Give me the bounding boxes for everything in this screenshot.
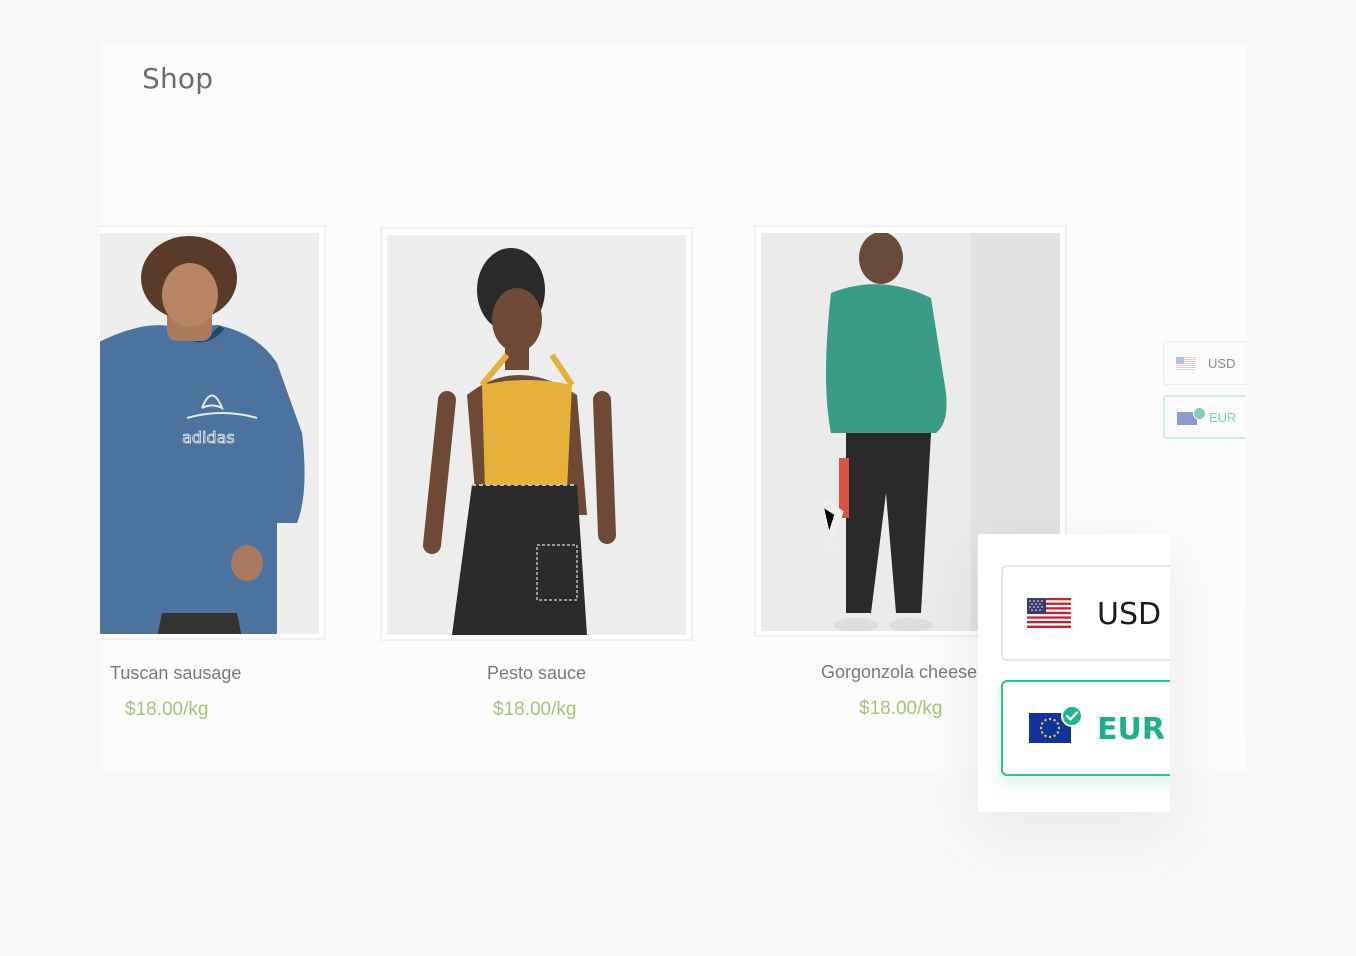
currency-popup: USD EUR bbox=[978, 534, 1170, 812]
product-image-frame[interactable]: adidas bbox=[100, 225, 326, 640]
product-price: $18.00/kg bbox=[125, 699, 209, 720]
side-currency-usd-button[interactable]: USD bbox=[1163, 341, 1246, 385]
product-image-man-blue-tshirt[interactable]: adidas bbox=[100, 233, 319, 634]
currency-code: EUR bbox=[1097, 712, 1165, 747]
check-icon bbox=[1061, 705, 1083, 727]
product-price: $18.00/kg bbox=[859, 698, 943, 719]
currency-code: USD bbox=[1097, 597, 1162, 632]
currency-eur-button[interactable]: EUR bbox=[1001, 680, 1170, 776]
page-title: Shop bbox=[142, 62, 214, 95]
product-name[interactable]: Gorgonzola cheese bbox=[821, 662, 977, 683]
currency-usd-button[interactable]: USD bbox=[1001, 565, 1170, 661]
product-image-woman-yellow-top[interactable] bbox=[387, 235, 686, 635]
currency-code: EUR bbox=[1209, 410, 1237, 425]
side-currency-eur-button[interactable]: EUR bbox=[1163, 395, 1246, 439]
page: Shop adidas Tuscan sausage $18.00/kg Pes… bbox=[0, 0, 1356, 956]
product-name[interactable]: Tuscan sausage bbox=[110, 663, 241, 684]
us-flag-icon bbox=[1027, 598, 1071, 628]
us-flag-icon bbox=[1176, 357, 1196, 370]
product-name[interactable]: Pesto sauce bbox=[487, 663, 586, 684]
product-price: $18.00/kg bbox=[493, 699, 577, 720]
man-blue-tshirt-illustration: adidas bbox=[100, 233, 319, 634]
woman-yellow-top-illustration bbox=[387, 235, 686, 635]
currency-code: USD bbox=[1208, 356, 1236, 371]
svg-text:adidas: adidas bbox=[182, 428, 235, 447]
check-icon bbox=[1193, 407, 1206, 420]
product-image-frame[interactable] bbox=[380, 227, 693, 641]
